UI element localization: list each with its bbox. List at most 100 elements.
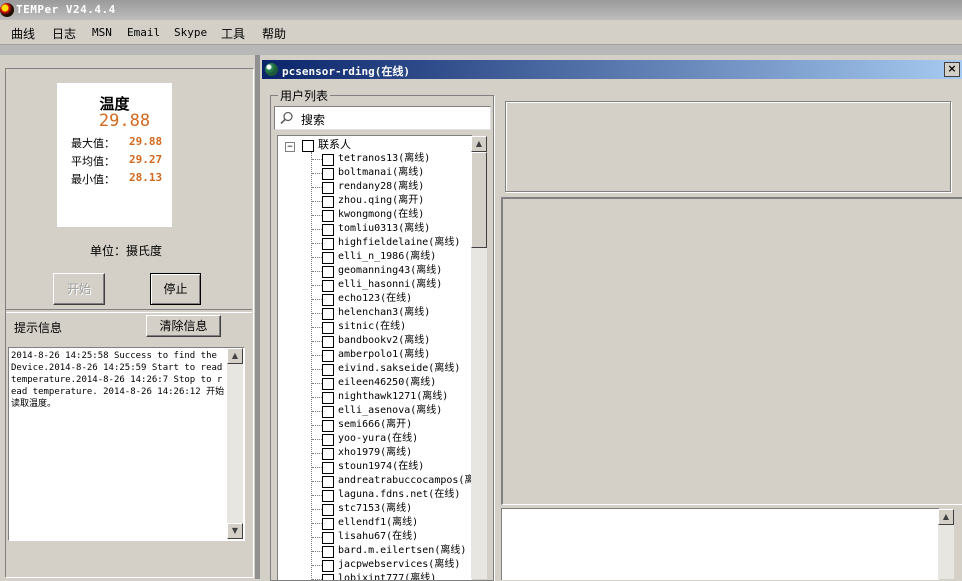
- contact-checkbox[interactable]: [322, 266, 334, 278]
- tree-guide-line: [312, 229, 322, 230]
- scroll-up-icon[interactable]: ▲: [938, 509, 954, 525]
- contact-checkbox[interactable]: [322, 448, 334, 460]
- contact-label: echo123(在线): [338, 293, 413, 304]
- contact-checkbox[interactable]: [322, 518, 334, 530]
- chat-history-panel: [501, 197, 962, 505]
- contact-checkbox[interactable]: [322, 392, 334, 404]
- contact-checkbox[interactable]: [322, 546, 334, 558]
- app-icon: [0, 3, 14, 17]
- tree-guide-line: [312, 257, 322, 258]
- close-icon[interactable]: ×: [944, 62, 960, 77]
- log-output[interactable]: 2014-8-26 14:25:58 Success to find the D…: [8, 347, 245, 541]
- user-list-label: 用户列表: [278, 87, 331, 104]
- toolbar-strip: [0, 45, 962, 55]
- contact-checkbox[interactable]: [322, 336, 334, 348]
- tree-guide-line: [311, 152, 312, 580]
- contact-checkbox[interactable]: [322, 504, 334, 516]
- tree-guide-line: [312, 453, 322, 454]
- tree-guide-line: [312, 579, 322, 580]
- search-placeholder: 搜索: [301, 113, 326, 127]
- tree-guide-line: [312, 551, 322, 552]
- max-label: 最大值：: [71, 137, 115, 150]
- contact-label: stoun1974(在线): [338, 461, 425, 472]
- scroll-up-icon[interactable]: ▲: [471, 136, 487, 152]
- contact-label: laguna.fdns.net(在线): [338, 489, 461, 500]
- contact-label: helenchan3(离线): [338, 307, 431, 318]
- temperature-card: 温度 29.88 最大值： 29.88 平均值： 29.27 最小值： 28.1…: [57, 83, 172, 227]
- contact-label: geomanning43(离线): [338, 265, 443, 276]
- tree-guide-line: [312, 201, 322, 202]
- tree-guide-line: [312, 313, 322, 314]
- tree-guide-line: [312, 509, 322, 510]
- contact-label: zhou.qing(离开): [338, 195, 425, 206]
- contact-label: bandbookv2(离线): [338, 335, 431, 346]
- search-icon: [280, 111, 293, 125]
- min-label: 最小值：: [71, 173, 115, 186]
- contact-checkbox[interactable]: [322, 434, 334, 446]
- tree-guide-line: [312, 299, 322, 300]
- pane-splitter[interactable]: [255, 55, 260, 579]
- contact-checkbox[interactable]: [322, 462, 334, 474]
- tree-guide-line: [312, 439, 322, 440]
- contact-checkbox[interactable]: [322, 378, 334, 390]
- contact-checkbox[interactable]: [322, 210, 334, 222]
- tree-guide-line: [312, 369, 322, 370]
- contact-checkbox[interactable]: [322, 252, 334, 264]
- contact-label: rendany28(离线): [338, 181, 425, 192]
- start-button[interactable]: 开始: [53, 273, 105, 305]
- contact-checkbox[interactable]: [322, 294, 334, 306]
- contact-checkbox[interactable]: [322, 280, 334, 292]
- menu-tools[interactable]: 工具: [221, 25, 245, 42]
- tree-guide-line: [312, 187, 322, 188]
- contact-checkbox[interactable]: [322, 322, 334, 334]
- tree-guide-line: [312, 383, 322, 384]
- contact-checkbox[interactable]: [322, 476, 334, 488]
- current-temperature: 29.88: [98, 111, 151, 131]
- menu-msn[interactable]: MSN: [92, 26, 112, 39]
- contact-checkbox[interactable]: [322, 224, 334, 236]
- input-scrollbar[interactable]: ▲: [938, 509, 954, 579]
- tree-guide-line: [312, 397, 322, 398]
- window-title: TEMPer V24.4.4: [16, 3, 116, 16]
- clear-info-button[interactable]: 清除信息: [146, 315, 221, 337]
- search-input[interactable]: 搜索: [274, 106, 491, 130]
- menu-log[interactable]: 日志: [52, 25, 76, 42]
- scroll-up-icon[interactable]: ▲: [227, 348, 243, 364]
- stop-button[interactable]: 停止: [150, 273, 201, 305]
- contact-scrollbar[interactable]: ▲: [471, 136, 487, 579]
- tree-guide-line: [312, 537, 322, 538]
- contact-checkbox[interactable]: [322, 364, 334, 376]
- unit-label: 单位：摄氏度: [90, 244, 163, 258]
- contact-checkbox[interactable]: [322, 574, 334, 580]
- menu-skype[interactable]: Skype: [174, 26, 207, 39]
- collapse-icon[interactable]: −: [285, 142, 295, 152]
- menu-help[interactable]: 帮助: [262, 25, 286, 42]
- contact-label: bard.m.eilertsen(离线): [338, 545, 467, 556]
- contact-checkbox[interactable]: [322, 182, 334, 194]
- contact-checkbox[interactable]: [322, 532, 334, 544]
- contact-checkbox[interactable]: [322, 168, 334, 180]
- contact-checkbox[interactable]: [322, 490, 334, 502]
- window-title-bar[interactable]: TEMPer V24.4.4: [0, 0, 962, 20]
- contact-checkbox[interactable]: [322, 406, 334, 418]
- contact-label: tetranos13(离线): [338, 153, 431, 164]
- tree-guide-line: [312, 481, 322, 482]
- contact-tree[interactable]: − 联系人 tetranos13(离线) boltmanai(离线) rendany…: [277, 135, 472, 580]
- contact-checkbox[interactable]: [322, 560, 334, 572]
- contact-checkbox[interactable]: [322, 420, 334, 432]
- message-input[interactable]: [501, 508, 939, 580]
- contact-checkbox[interactable]: [322, 350, 334, 362]
- scroll-down-icon[interactable]: ▼: [227, 523, 243, 539]
- menu-curve[interactable]: 曲线: [11, 25, 35, 42]
- contact-checkbox[interactable]: [322, 238, 334, 250]
- log-scrollbar[interactable]: ▲ ▼: [227, 348, 243, 539]
- chat-title-bar[interactable]: pcsensor-rding(在线): [262, 60, 962, 79]
- root-checkbox[interactable]: [302, 140, 314, 152]
- scroll-thumb[interactable]: [471, 152, 487, 248]
- contact-checkbox[interactable]: [322, 308, 334, 320]
- contact-checkbox[interactable]: [322, 154, 334, 166]
- chat-title: pcsensor-rding(在线): [282, 65, 410, 78]
- contact-checkbox[interactable]: [322, 196, 334, 208]
- contact-label: stc7153(离线): [338, 503, 413, 514]
- menu-email[interactable]: Email: [127, 26, 160, 39]
